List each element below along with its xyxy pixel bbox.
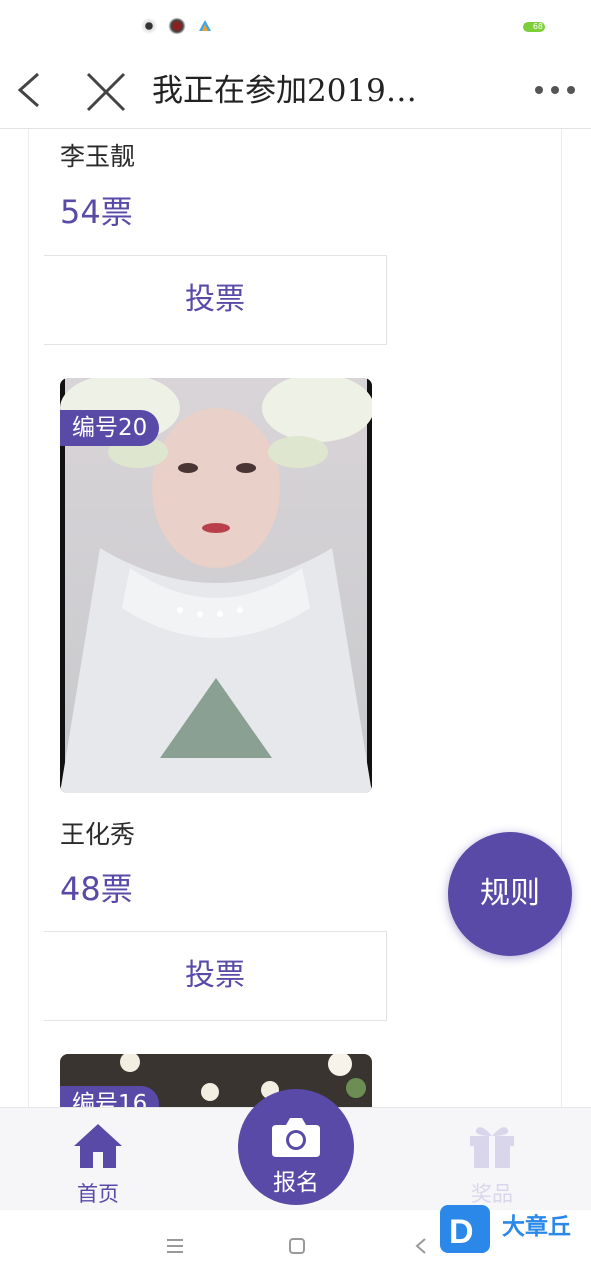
battery-indicator: 68 bbox=[523, 22, 545, 32]
contestant-card: 编号16 bbox=[44, 1054, 388, 1107]
gift-icon bbox=[470, 1127, 514, 1168]
contestant-list[interactable]: 李玉靓 54票 投票 编号20 王化秀 48票 投票 编号16 bbox=[0, 129, 591, 1107]
close-icon[interactable] bbox=[84, 70, 128, 114]
divider bbox=[561, 129, 562, 1107]
watermark-logo-icon: D bbox=[440, 1205, 490, 1253]
signup-button[interactable]: 报名 bbox=[238, 1089, 354, 1205]
status-bar: 68 bbox=[0, 0, 591, 54]
back-arrow-icon[interactable] bbox=[12, 70, 52, 110]
home-square-icon[interactable] bbox=[288, 1237, 306, 1255]
rules-button[interactable]: 规则 bbox=[448, 832, 572, 956]
tab-home-label: 首页 bbox=[77, 1182, 119, 1206]
vote-button[interactable]: 投票 bbox=[44, 931, 387, 1021]
app-notification-icon bbox=[199, 20, 211, 31]
camera-icon bbox=[272, 1118, 320, 1157]
contestant-card: 编号20 王化秀 48票 投票 bbox=[44, 378, 388, 1028]
watermark: D 大章丘 bbox=[440, 1205, 590, 1257]
contestant-number-badge: 编号20 bbox=[60, 410, 160, 446]
contestant-name: 李玉靓 bbox=[60, 142, 136, 171]
divider bbox=[28, 129, 29, 1107]
contestant-card: 李玉靓 54票 投票 bbox=[44, 129, 388, 359]
more-options-icon[interactable] bbox=[533, 76, 577, 104]
home-icon bbox=[74, 1124, 122, 1168]
notification-icon bbox=[140, 18, 158, 34]
notification-icon bbox=[168, 18, 186, 34]
watermark-text: 大章丘 bbox=[502, 1214, 571, 1240]
contestant-name: 王化秀 bbox=[60, 820, 136, 849]
page-title: 我正在参加2019… bbox=[152, 73, 417, 109]
svg-text:D: D bbox=[449, 1213, 474, 1251]
signup-label: 报名 bbox=[273, 1170, 319, 1196]
tab-home[interactable]: 首页 bbox=[38, 1108, 158, 1211]
vote-count: 54票 bbox=[60, 193, 133, 231]
vote-button[interactable]: 投票 bbox=[44, 255, 387, 345]
menu-icon[interactable] bbox=[166, 1238, 184, 1254]
contestant-photo[interactable]: 编号20 bbox=[60, 378, 372, 793]
tab-prize-label: 奖品 bbox=[471, 1182, 513, 1206]
tab-prize[interactable]: 奖品 bbox=[432, 1108, 552, 1211]
vote-count: 48票 bbox=[60, 870, 133, 908]
contestant-number-badge: 编号16 bbox=[60, 1086, 160, 1107]
back-triangle-icon[interactable] bbox=[414, 1237, 428, 1255]
nav-bar: 我正在参加2019… bbox=[0, 54, 591, 129]
